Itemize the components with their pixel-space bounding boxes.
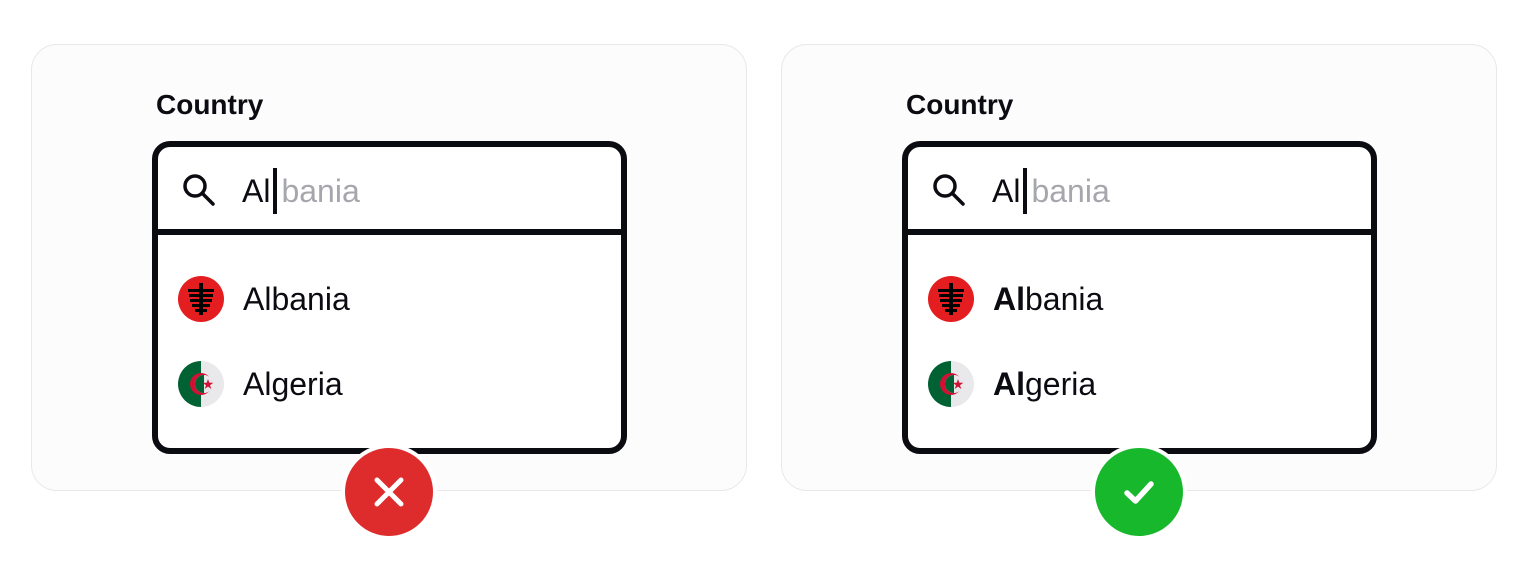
typed-text: Al <box>242 173 271 209</box>
albania-flag-icon <box>928 276 974 322</box>
autocomplete-suggestion: bania <box>1031 173 1110 209</box>
option-label: Albania <box>243 280 350 317</box>
search-icon <box>933 174 965 206</box>
incorrect-badge <box>341 444 437 540</box>
algeria-flag-icon <box>178 361 224 407</box>
field-label: Country <box>156 89 264 120</box>
option-label: Algeria <box>993 366 1096 403</box>
country-combobox[interactable]: Al bania Albania Algeria <box>902 141 1377 454</box>
option-label: Algeria <box>243 365 343 402</box>
correct-badge <box>1091 444 1187 540</box>
option-albania[interactable]: Albania <box>158 263 621 335</box>
typed-text: Al <box>992 173 1021 209</box>
search-row[interactable]: Al bania <box>158 147 621 235</box>
checkmark-icon <box>1124 481 1154 504</box>
option-algeria[interactable]: Algeria <box>158 348 621 420</box>
field-label: Country <box>906 89 1014 120</box>
country-combobox[interactable]: Al bania Albania Algeria <box>152 141 627 454</box>
matched-text: Al <box>993 365 1025 402</box>
option-algeria[interactable]: Algeria <box>908 348 1371 420</box>
correct-example-card: Country Al bania Albania Algeria <box>781 44 1497 491</box>
algeria-flag-icon <box>928 361 974 407</box>
incorrect-example-card: Country Al bania Albania Algeria <box>31 44 747 491</box>
search-input[interactable]: Al bania <box>992 167 1110 215</box>
search-icon <box>183 174 215 206</box>
remaining-text: bania <box>1025 280 1104 317</box>
remaining-text: geria <box>1025 365 1097 402</box>
autocomplete-suggestion: bania <box>281 173 360 209</box>
search-row[interactable]: Al bania <box>908 147 1371 235</box>
albania-flag-icon <box>178 276 224 322</box>
matched-text: Al <box>993 280 1025 317</box>
option-label: Albania <box>993 281 1103 318</box>
option-albania[interactable]: Albania <box>908 263 1371 335</box>
text-caret <box>1023 168 1028 214</box>
text-caret <box>273 168 278 214</box>
cross-icon <box>374 477 404 507</box>
search-input[interactable]: Al bania <box>242 167 360 215</box>
